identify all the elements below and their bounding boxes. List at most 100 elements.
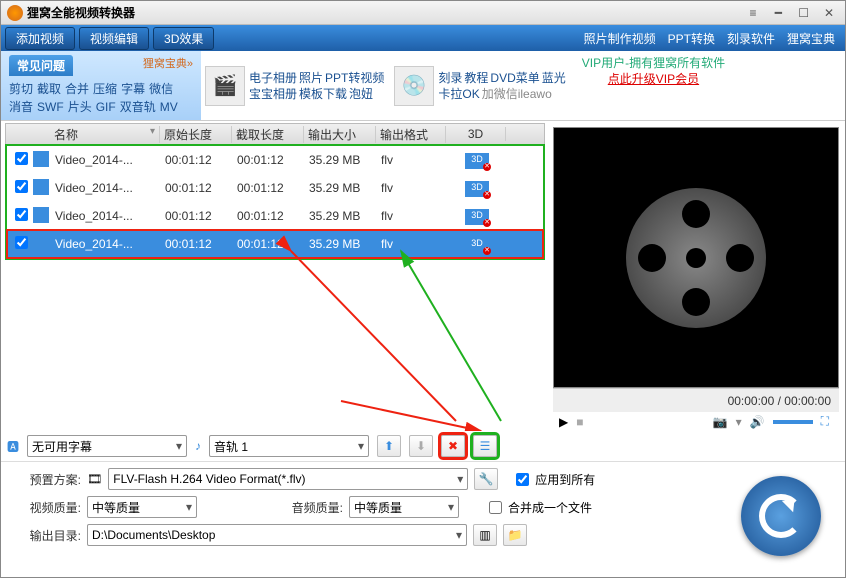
row-checkbox[interactable] <box>15 236 28 249</box>
col-fmt[interactable]: 输出格式 <box>376 126 446 143</box>
col-orig[interactable]: 原始长度 <box>160 126 232 143</box>
row-checkbox[interactable] <box>15 180 28 193</box>
video-file-icon <box>33 235 49 251</box>
toplink[interactable]: 照片制作视频 <box>584 30 656 47</box>
move-down-button[interactable]: ⬇ <box>409 435 433 457</box>
cell-fmt: flv <box>377 237 447 251</box>
row-checkbox[interactable] <box>15 152 28 165</box>
cell-fmt: flv <box>377 153 447 167</box>
apply-all-label: 应用到所有 <box>535 471 595 488</box>
preset-select[interactable]: FLV-Flash H.264 Video Format(*.flv)▾ <box>108 468 468 490</box>
merge-checkbox[interactable] <box>489 501 502 514</box>
tag[interactable]: 合并 <box>65 82 89 96</box>
video-quality-select[interactable]: 中等质量▾ <box>87 496 197 518</box>
tag[interactable]: 剪切 <box>9 82 33 96</box>
cell-orig: 00:01:12 <box>161 237 233 251</box>
audio-track-select[interactable]: 音轨 1▾ <box>209 435 369 457</box>
disc-icon: 💿 <box>394 66 434 106</box>
table-row[interactable]: Video_2014-... 00:01:12 00:01:12 35.29 M… <box>7 202 543 230</box>
glink[interactable]: 加微信ileawo <box>482 86 552 102</box>
glink[interactable]: 蓝光 <box>542 70 566 86</box>
faq-tab[interactable]: 常见问题 <box>9 55 73 76</box>
table-row[interactable]: Video_2014-... 00:01:12 00:01:12 35.29 M… <box>7 146 543 174</box>
maximize-button[interactable]: ☐ <box>794 6 814 20</box>
volume-button[interactable]: 🔊 <box>750 415 765 429</box>
toplink[interactable]: PPT转换 <box>668 30 715 47</box>
col-3d[interactable]: 3D <box>446 127 506 141</box>
titlebar: 狸窝全能视频转换器 ≡ ━ ☐ ✕ <box>1 1 845 25</box>
delete-button[interactable]: ✖ <box>441 435 465 457</box>
preset-settings-button[interactable]: 🔧 <box>474 468 498 490</box>
glink[interactable]: 刻录 <box>438 70 462 86</box>
fx-3d-button[interactable]: 3D效果 <box>153 27 214 50</box>
video-file-icon <box>33 207 49 223</box>
tag[interactable]: SWF <box>37 100 64 114</box>
toplink[interactable]: 狸窝宝典 <box>787 30 835 47</box>
row-checkbox[interactable] <box>15 208 28 221</box>
apply-all-checkbox[interactable] <box>516 473 529 486</box>
tag[interactable]: 字幕 <box>121 82 145 96</box>
file-table: 名称▾ 原始长度 截取长度 输出大小 输出格式 3D Video_2014-..… <box>1 121 549 431</box>
glink[interactable]: 照片 <box>299 70 323 86</box>
glink[interactable]: DVD菜单 <box>490 70 539 86</box>
snapshot-button[interactable]: 📷 <box>713 415 728 429</box>
open-folder-button[interactable]: 📁 <box>503 524 527 546</box>
menu-icon[interactable]: ≡ <box>743 6 763 20</box>
clear-list-button[interactable]: ☰ <box>473 435 497 457</box>
cell-cut: 00:01:12 <box>233 209 305 223</box>
tag[interactable]: 片头 <box>68 100 92 114</box>
format-icon: 🎞 <box>87 472 102 486</box>
cell-size: 35.29 MB <box>305 209 377 223</box>
tag[interactable]: GIF <box>96 100 116 114</box>
cell-orig: 00:01:12 <box>161 209 233 223</box>
cell-size: 35.29 MB <box>305 181 377 195</box>
tag[interactable]: 双音轨 <box>120 100 156 114</box>
col-size[interactable]: 输出大小 <box>304 126 376 143</box>
video-edit-button[interactable]: 视频编辑 <box>79 27 149 50</box>
app-title: 狸窝全能视频转换器 <box>27 4 741 21</box>
close-button[interactable]: ✕ <box>819 6 839 20</box>
table-row[interactable]: Video_2014-... 00:01:12 00:01:12 35.29 M… <box>7 230 543 258</box>
vq-label: 视频质量: <box>21 499 81 516</box>
3d-badge-icon[interactable]: 3D <box>465 237 489 253</box>
tag[interactable]: MV <box>160 100 178 114</box>
cell-orig: 00:01:12 <box>161 181 233 195</box>
convert-button[interactable] <box>741 476 821 556</box>
col-cut[interactable]: 截取长度 <box>232 126 304 143</box>
cell-size: 35.29 MB <box>305 153 377 167</box>
tag[interactable]: 消音 <box>9 100 33 114</box>
minimize-button[interactable]: ━ <box>768 6 788 20</box>
glink[interactable]: 宝宝相册 <box>249 86 297 102</box>
tag[interactable]: 微信 <box>149 82 173 96</box>
glink[interactable]: 教程 <box>464 70 488 86</box>
cell-fmt: flv <box>377 181 447 195</box>
move-up-button[interactable]: ⬆ <box>377 435 401 457</box>
cell-cut: 00:01:12 <box>233 181 305 195</box>
table-row[interactable]: Video_2014-... 00:01:12 00:01:12 35.29 M… <box>7 174 543 202</box>
output-path-select[interactable]: D:\Documents\Desktop▾ <box>87 524 467 546</box>
glink[interactable]: 模板下载 <box>299 86 347 102</box>
3d-badge-icon[interactable]: 3D <box>465 181 489 197</box>
3d-badge-icon[interactable]: 3D <box>465 153 489 169</box>
glink[interactable]: 电子相册 <box>249 70 297 86</box>
audio-quality-select[interactable]: 中等质量▾ <box>349 496 459 518</box>
add-video-button[interactable]: 添加视频 <box>5 27 75 50</box>
glink[interactable]: 泡妞 <box>349 86 373 102</box>
play-button[interactable]: ▶ <box>559 415 568 429</box>
glink[interactable]: 卡拉OK <box>438 86 479 102</box>
subtitle-icon: 🅰 <box>7 438 19 455</box>
fullscreen-button[interactable]: ⛶ <box>821 414 829 429</box>
output-label: 输出目录: <box>21 527 81 544</box>
video-file-icon <box>33 179 49 195</box>
toplink[interactable]: 刻录软件 <box>727 30 775 47</box>
brand-link[interactable]: 狸窝宝典» <box>143 55 193 71</box>
subtitle-select[interactable]: 无可用字幕▾ <box>27 435 187 457</box>
stop-button[interactable]: ■ <box>576 415 583 429</box>
tag[interactable]: 截取 <box>37 82 61 96</box>
settings-panel: 预置方案: 🎞 FLV-Flash H.264 Video Format(*.f… <box>1 461 845 558</box>
browse-button[interactable]: ▥ <box>473 524 497 546</box>
vip-upgrade-link[interactable]: 点此升级VIP会员 <box>582 71 725 87</box>
glink[interactable]: PPT转视频 <box>325 70 384 86</box>
tag[interactable]: 压缩 <box>93 82 117 96</box>
3d-badge-icon[interactable]: 3D <box>465 209 489 225</box>
